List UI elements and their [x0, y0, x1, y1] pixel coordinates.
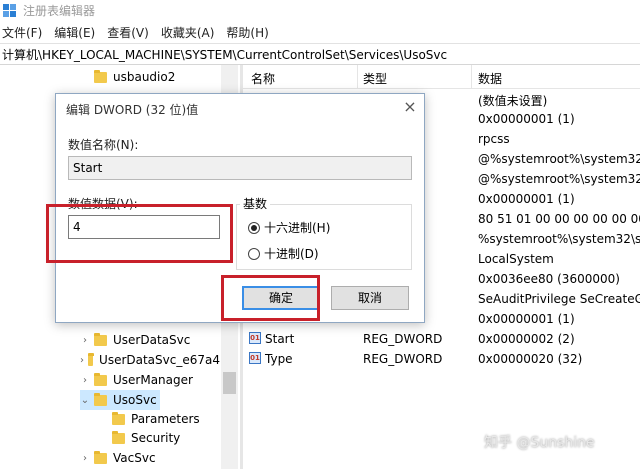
menu-edit[interactable]: 编辑(E): [48, 24, 101, 41]
column-type[interactable]: 类型: [363, 70, 387, 87]
column-divider[interactable]: [357, 65, 358, 89]
reg-dword-icon: 01: [249, 332, 261, 344]
radio-decimal[interactable]: 十进制(D): [248, 245, 319, 262]
folder-icon: [112, 430, 125, 444]
expand-chevron-icon[interactable]: ›: [80, 335, 90, 346]
value-data: 80 51 01 00 00 00 00 00 00 00: [478, 212, 640, 226]
value-name: Type: [265, 352, 293, 366]
folder-icon: [94, 450, 107, 464]
column-name[interactable]: 名称: [251, 70, 275, 87]
tree-item-userdatasvc[interactable]: › UserDataSvc: [80, 330, 220, 350]
value-name-field[interactable]: Start: [68, 156, 412, 180]
highlight-data-field: [46, 204, 233, 263]
value-row[interactable]: 01 Start REG_DWORD 0x00000002 (2): [243, 329, 640, 349]
value-data: 0x00000001 (1): [478, 312, 575, 326]
folder-icon: [88, 352, 95, 366]
folder-icon: [112, 411, 125, 425]
tree-item-vacsvc[interactable]: › VacSvc: [80, 448, 220, 468]
menu-favorites[interactable]: 收藏夹(A): [155, 24, 221, 41]
address-bar[interactable]: 计算机\HKEY_LOCAL_MACHINE\SYSTEM\CurrentCon…: [0, 43, 640, 65]
radio-checked-icon[interactable]: [248, 221, 260, 234]
menu-file[interactable]: 文件(F): [0, 24, 48, 41]
collapse-chevron-icon[interactable]: ⌄: [80, 395, 90, 406]
dialog-title: 编辑 DWORD (32 位)值: [66, 103, 199, 117]
value-type: REG_DWORD: [363, 332, 443, 346]
radio-decimal-label: 十进制(D): [264, 247, 319, 261]
tree-item-label: UsoSvc: [113, 393, 157, 407]
folder-icon: [94, 69, 107, 83]
column-data[interactable]: 数据: [478, 70, 502, 87]
value-data: 0x00000020 (32): [478, 352, 583, 366]
value-data: %systemroot%\system32\svch: [478, 232, 640, 246]
reg-dword-icon: 01: [249, 352, 261, 364]
base-group-label: 基数: [240, 195, 271, 212]
value-data: 0x00000001 (1): [478, 112, 575, 126]
tree-item-security[interactable]: Security: [98, 428, 218, 448]
menu-view[interactable]: 查看(V): [101, 24, 155, 41]
folder-open-icon: [94, 392, 107, 406]
value-type: REG_DWORD: [363, 352, 443, 366]
value-data: (数值未设置): [478, 94, 548, 108]
title-bar: 注册表编辑器: [0, 0, 640, 21]
tree-item-label: usbaudio2: [113, 70, 176, 84]
tree-item-usermanager[interactable]: › UserManager: [80, 370, 220, 390]
tree-item-usbaudio2[interactable]: usbaudio2: [80, 67, 220, 87]
value-data: @%systemroot%\system32\u: [478, 152, 640, 166]
tree-scrollbar-thumb[interactable]: [223, 372, 236, 394]
menu-bar: 文件(F) 编辑(E) 查看(V) 收藏夹(A) 帮助(H): [0, 21, 640, 43]
radio-hexadecimal[interactable]: 十六进制(H): [248, 219, 330, 236]
value-name-label: 数值名称(N):: [68, 138, 139, 152]
value-data: @%systemroot%\system32\u: [478, 172, 640, 186]
folder-icon: [94, 332, 107, 346]
address-path: 计算机\HKEY_LOCAL_MACHINE\SYSTEM\CurrentCon…: [2, 47, 448, 62]
expand-chevron-icon[interactable]: ›: [80, 355, 84, 366]
cancel-button[interactable]: 取消: [331, 286, 409, 310]
expand-chevron-icon[interactable]: ›: [80, 453, 90, 464]
registry-editor-icon: [3, 3, 17, 18]
tree-item-label: Parameters: [131, 412, 200, 426]
close-icon[interactable]: ×: [399, 97, 421, 117]
value-row[interactable]: 01 Type REG_DWORD 0x00000020 (32): [243, 349, 640, 369]
tree-item-userdatasvc-e67a4[interactable]: › UserDataSvc_e67a4: [80, 350, 220, 370]
highlight-ok-button: [221, 275, 320, 321]
watermark: 知乎 @Sunshine: [484, 435, 595, 451]
radio-unchecked-icon[interactable]: [248, 247, 260, 260]
tree-item-label: Security: [131, 431, 181, 445]
radio-hexadecimal-label: 十六进制(H): [264, 221, 331, 235]
folder-icon: [94, 372, 107, 386]
column-divider[interactable]: [471, 65, 472, 89]
tree-item-label: UserDataSvc: [113, 333, 191, 347]
column-header: 名称 类型 数据: [243, 65, 640, 89]
expand-chevron-icon[interactable]: ›: [80, 375, 90, 386]
value-data: 0x00000002 (2): [478, 332, 575, 346]
value-data: LocalSystem: [478, 252, 554, 266]
menu-help[interactable]: 帮助(H): [220, 24, 274, 41]
tree-item-label: UserManager: [113, 373, 193, 387]
tree-item-label: UserDataSvc_e67a4: [99, 353, 220, 367]
value-name: Start: [265, 332, 295, 346]
value-data: SeAuditPrivilege SeCreateGlol: [478, 292, 640, 306]
tree-item-label: VacSvc: [113, 451, 156, 465]
window-title: 注册表编辑器: [23, 4, 96, 18]
tree-item-parameters[interactable]: Parameters: [98, 409, 218, 429]
tree-item-usosvc[interactable]: ⌄ UsoSvc: [80, 390, 160, 410]
value-data: 0x0036ee80 (3600000): [478, 272, 620, 286]
value-data: rpcss: [478, 132, 510, 146]
value-data: 0x00000001 (1): [478, 192, 575, 206]
